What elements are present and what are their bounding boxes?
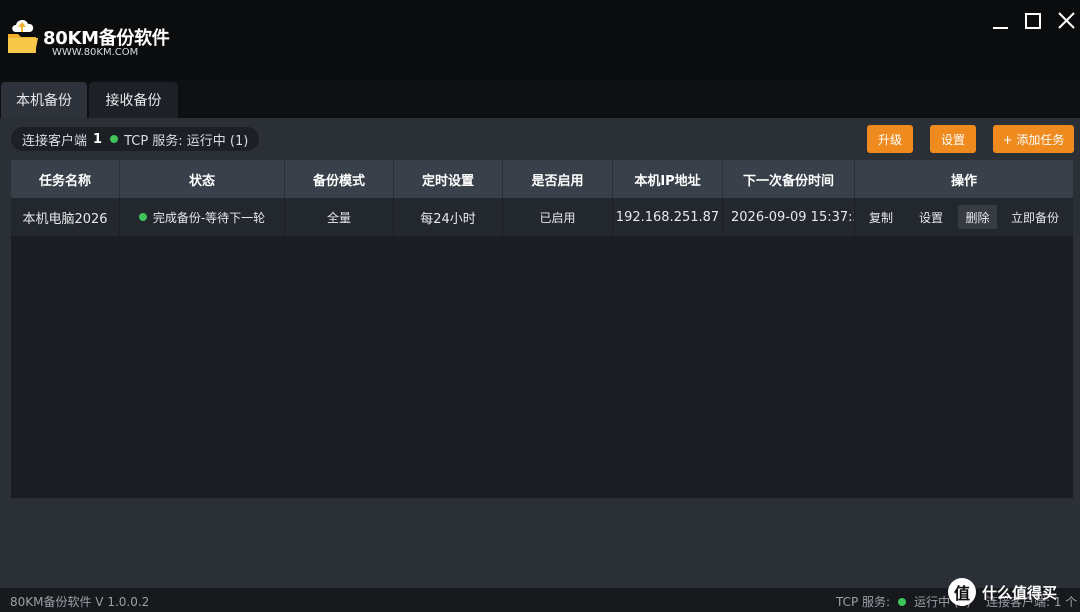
watermark-icon: 值 <box>948 578 976 606</box>
column-header-task-name[interactable]: 任务名称 <box>11 160 120 198</box>
cell-enabled: 已启用 <box>503 198 613 236</box>
close-button[interactable] <box>1053 8 1079 34</box>
column-header-enabled[interactable]: 是否启用 <box>503 160 613 198</box>
column-header-mode[interactable]: 备份模式 <box>285 160 394 198</box>
status-dot-icon <box>138 213 147 221</box>
backup-now-button[interactable]: 立即备份 <box>1005 205 1065 229</box>
footer-tcp-label: TCP 服务: <box>836 595 891 609</box>
status-dot-icon <box>898 597 907 606</box>
maximize-button[interactable] <box>1020 8 1046 34</box>
table-header: 任务名称 状态 备份模式 定时设置 是否启用 本机IP地址 下一次备份时间 操作 <box>11 160 1073 198</box>
app-logo: 80KM备份软件 WWW.80KM.COM <box>6 16 176 62</box>
copy-button[interactable]: 复制 <box>861 205 901 229</box>
version-label: 80KM备份软件 V 1.0.0.2 <box>10 595 150 609</box>
row-settings-button[interactable]: 设置 <box>911 205 951 229</box>
column-header-status[interactable]: 状态 <box>120 160 285 198</box>
minimize-icon <box>993 27 1008 29</box>
tab-local-backup[interactable]: 本机备份 <box>1 82 87 118</box>
clients-label: 连接客户端 <box>22 133 88 149</box>
watermark-text: 什么值得买 <box>982 583 1058 602</box>
status-dot-icon <box>110 135 119 143</box>
maximize-icon <box>1025 13 1041 29</box>
table-row[interactable]: 本机电脑2026 完成备份-等待下一轮 全量 每24小时 已启用 192.168… <box>11 198 1073 236</box>
main-panel: 连接客户端 1 TCP 服务: 运行中 (1) 升级 设置 + 添加任务 任务名… <box>0 118 1080 588</box>
column-header-ip[interactable]: 本机IP地址 <box>613 160 723 198</box>
tab-receive-backup[interactable]: 接收备份 <box>89 82 178 118</box>
column-header-next-time[interactable]: 下一次备份时间 <box>723 160 855 198</box>
cell-mode: 全量 <box>285 198 394 236</box>
app-subtitle: WWW.80KM.COM <box>52 47 139 58</box>
cell-schedule: 每24小时 <box>394 198 503 236</box>
cell-task-name: 本机电脑2026 <box>11 198 120 236</box>
delete-button[interactable]: 删除 <box>958 205 997 229</box>
column-header-schedule[interactable]: 定时设置 <box>394 160 503 198</box>
upgrade-button[interactable]: 升级 <box>867 125 913 153</box>
column-header-actions[interactable]: 操作 <box>855 160 1073 198</box>
status-bar: 80KM备份软件 V 1.0.0.2 TCP 服务: 运行中 (1) 连接客户端… <box>0 588 1080 612</box>
cell-ip: 192.168.251.87 <box>613 198 723 236</box>
connection-status: 连接客户端 1 TCP 服务: 运行中 (1) <box>11 127 260 151</box>
cell-next-time: 2026-09-09 15:37:3 <box>723 198 855 236</box>
folder-cloud-icon <box>8 19 38 53</box>
cell-status: 完成备份-等待下一轮 <box>120 198 285 236</box>
tcp-status: TCP 服务: 运行中 (1) <box>124 133 249 149</box>
clients-count: 1 <box>93 131 103 147</box>
minimize-button[interactable] <box>988 8 1014 34</box>
tab-bar: 本机备份 接收备份 <box>0 80 1080 118</box>
title-bar: 80KM备份软件 WWW.80KM.COM <box>0 0 1080 80</box>
app-window: 80KM备份软件 WWW.80KM.COM 本机备份 接收备份 连接客户端 1 … <box>0 0 1080 612</box>
settings-button[interactable]: 设置 <box>930 125 976 153</box>
cell-actions: 复制 设置 删除 立即备份 <box>855 198 1073 236</box>
close-icon <box>1058 12 1075 29</box>
task-table: 任务名称 状态 备份模式 定时设置 是否启用 本机IP地址 下一次备份时间 操作… <box>11 160 1073 498</box>
watermark-logo: 值 什么值得买 <box>948 572 1080 612</box>
status-text: 完成备份-等待下一轮 <box>152 210 266 225</box>
add-task-button[interactable]: + 添加任务 <box>993 125 1074 153</box>
